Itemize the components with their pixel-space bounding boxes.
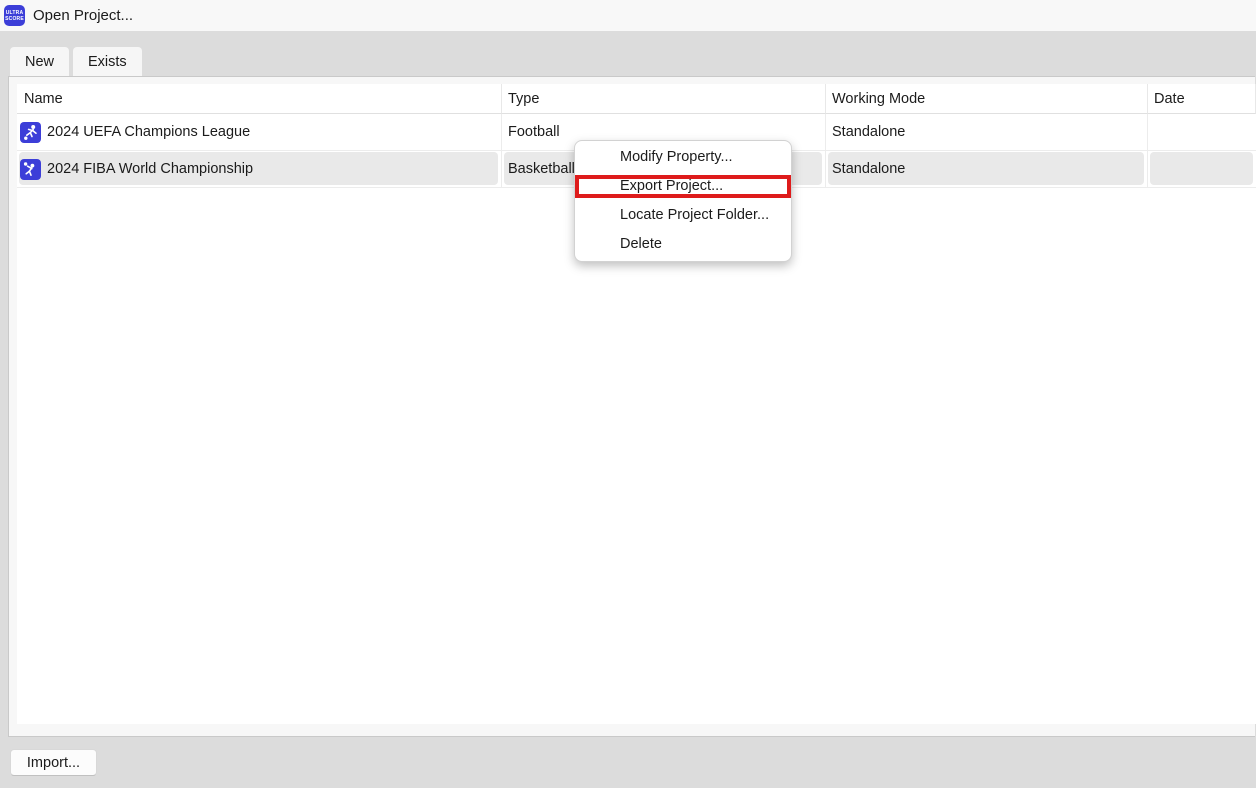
football-player-icon bbox=[20, 122, 41, 143]
column-header-type[interactable]: Type bbox=[502, 84, 826, 114]
column-header-name[interactable]: Name bbox=[17, 84, 502, 114]
title-bar: ULTRA SCORE Open Project... bbox=[0, 0, 1256, 31]
table-header-row: Name Type Working Mode Date bbox=[17, 84, 1256, 114]
project-type: Football bbox=[508, 124, 560, 140]
ultra-score-logo-icon: ULTRA SCORE bbox=[4, 5, 25, 26]
import-button[interactable]: Import... bbox=[10, 749, 97, 776]
project-working-mode: Standalone bbox=[832, 161, 905, 177]
project-name: 2024 UEFA Champions League bbox=[47, 124, 250, 140]
project-name: 2024 FIBA World Championship bbox=[47, 161, 253, 177]
column-header-working-mode[interactable]: Working Mode bbox=[826, 84, 1148, 114]
tab-exists[interactable]: Exists bbox=[73, 47, 142, 76]
tab-new[interactable]: New bbox=[10, 47, 69, 76]
column-header-name-label: Name bbox=[24, 91, 63, 107]
column-header-type-label: Type bbox=[508, 91, 539, 107]
cell-name[interactable]: 2024 UEFA Champions League bbox=[17, 114, 502, 151]
cell-working-mode[interactable]: Standalone bbox=[826, 114, 1148, 151]
cell-name[interactable]: 2024 FIBA World Championship bbox=[17, 151, 502, 188]
column-header-date[interactable]: Date bbox=[1148, 84, 1256, 114]
cell-working-mode[interactable]: Standalone bbox=[826, 151, 1148, 188]
cell-date[interactable] bbox=[1148, 114, 1256, 151]
tab-strip: New Exists bbox=[10, 47, 142, 76]
menu-item-delete[interactable]: Delete bbox=[575, 230, 791, 259]
menu-item-export-project[interactable]: Export Project... bbox=[575, 172, 791, 201]
app-icon-line2: SCORE bbox=[5, 16, 24, 22]
basketball-player-icon bbox=[20, 159, 41, 180]
cell-date[interactable] bbox=[1148, 151, 1256, 188]
window-title: Open Project... bbox=[33, 0, 133, 31]
context-menu: Modify Property... Export Project... Loc… bbox=[574, 140, 792, 262]
project-type: Basketball bbox=[508, 161, 575, 177]
menu-item-locate-project-folder[interactable]: Locate Project Folder... bbox=[575, 201, 791, 230]
column-header-date-label: Date bbox=[1154, 91, 1185, 107]
project-working-mode: Standalone bbox=[832, 124, 905, 140]
column-header-working-mode-label: Working Mode bbox=[832, 91, 925, 107]
menu-item-modify-property[interactable]: Modify Property... bbox=[575, 143, 791, 172]
